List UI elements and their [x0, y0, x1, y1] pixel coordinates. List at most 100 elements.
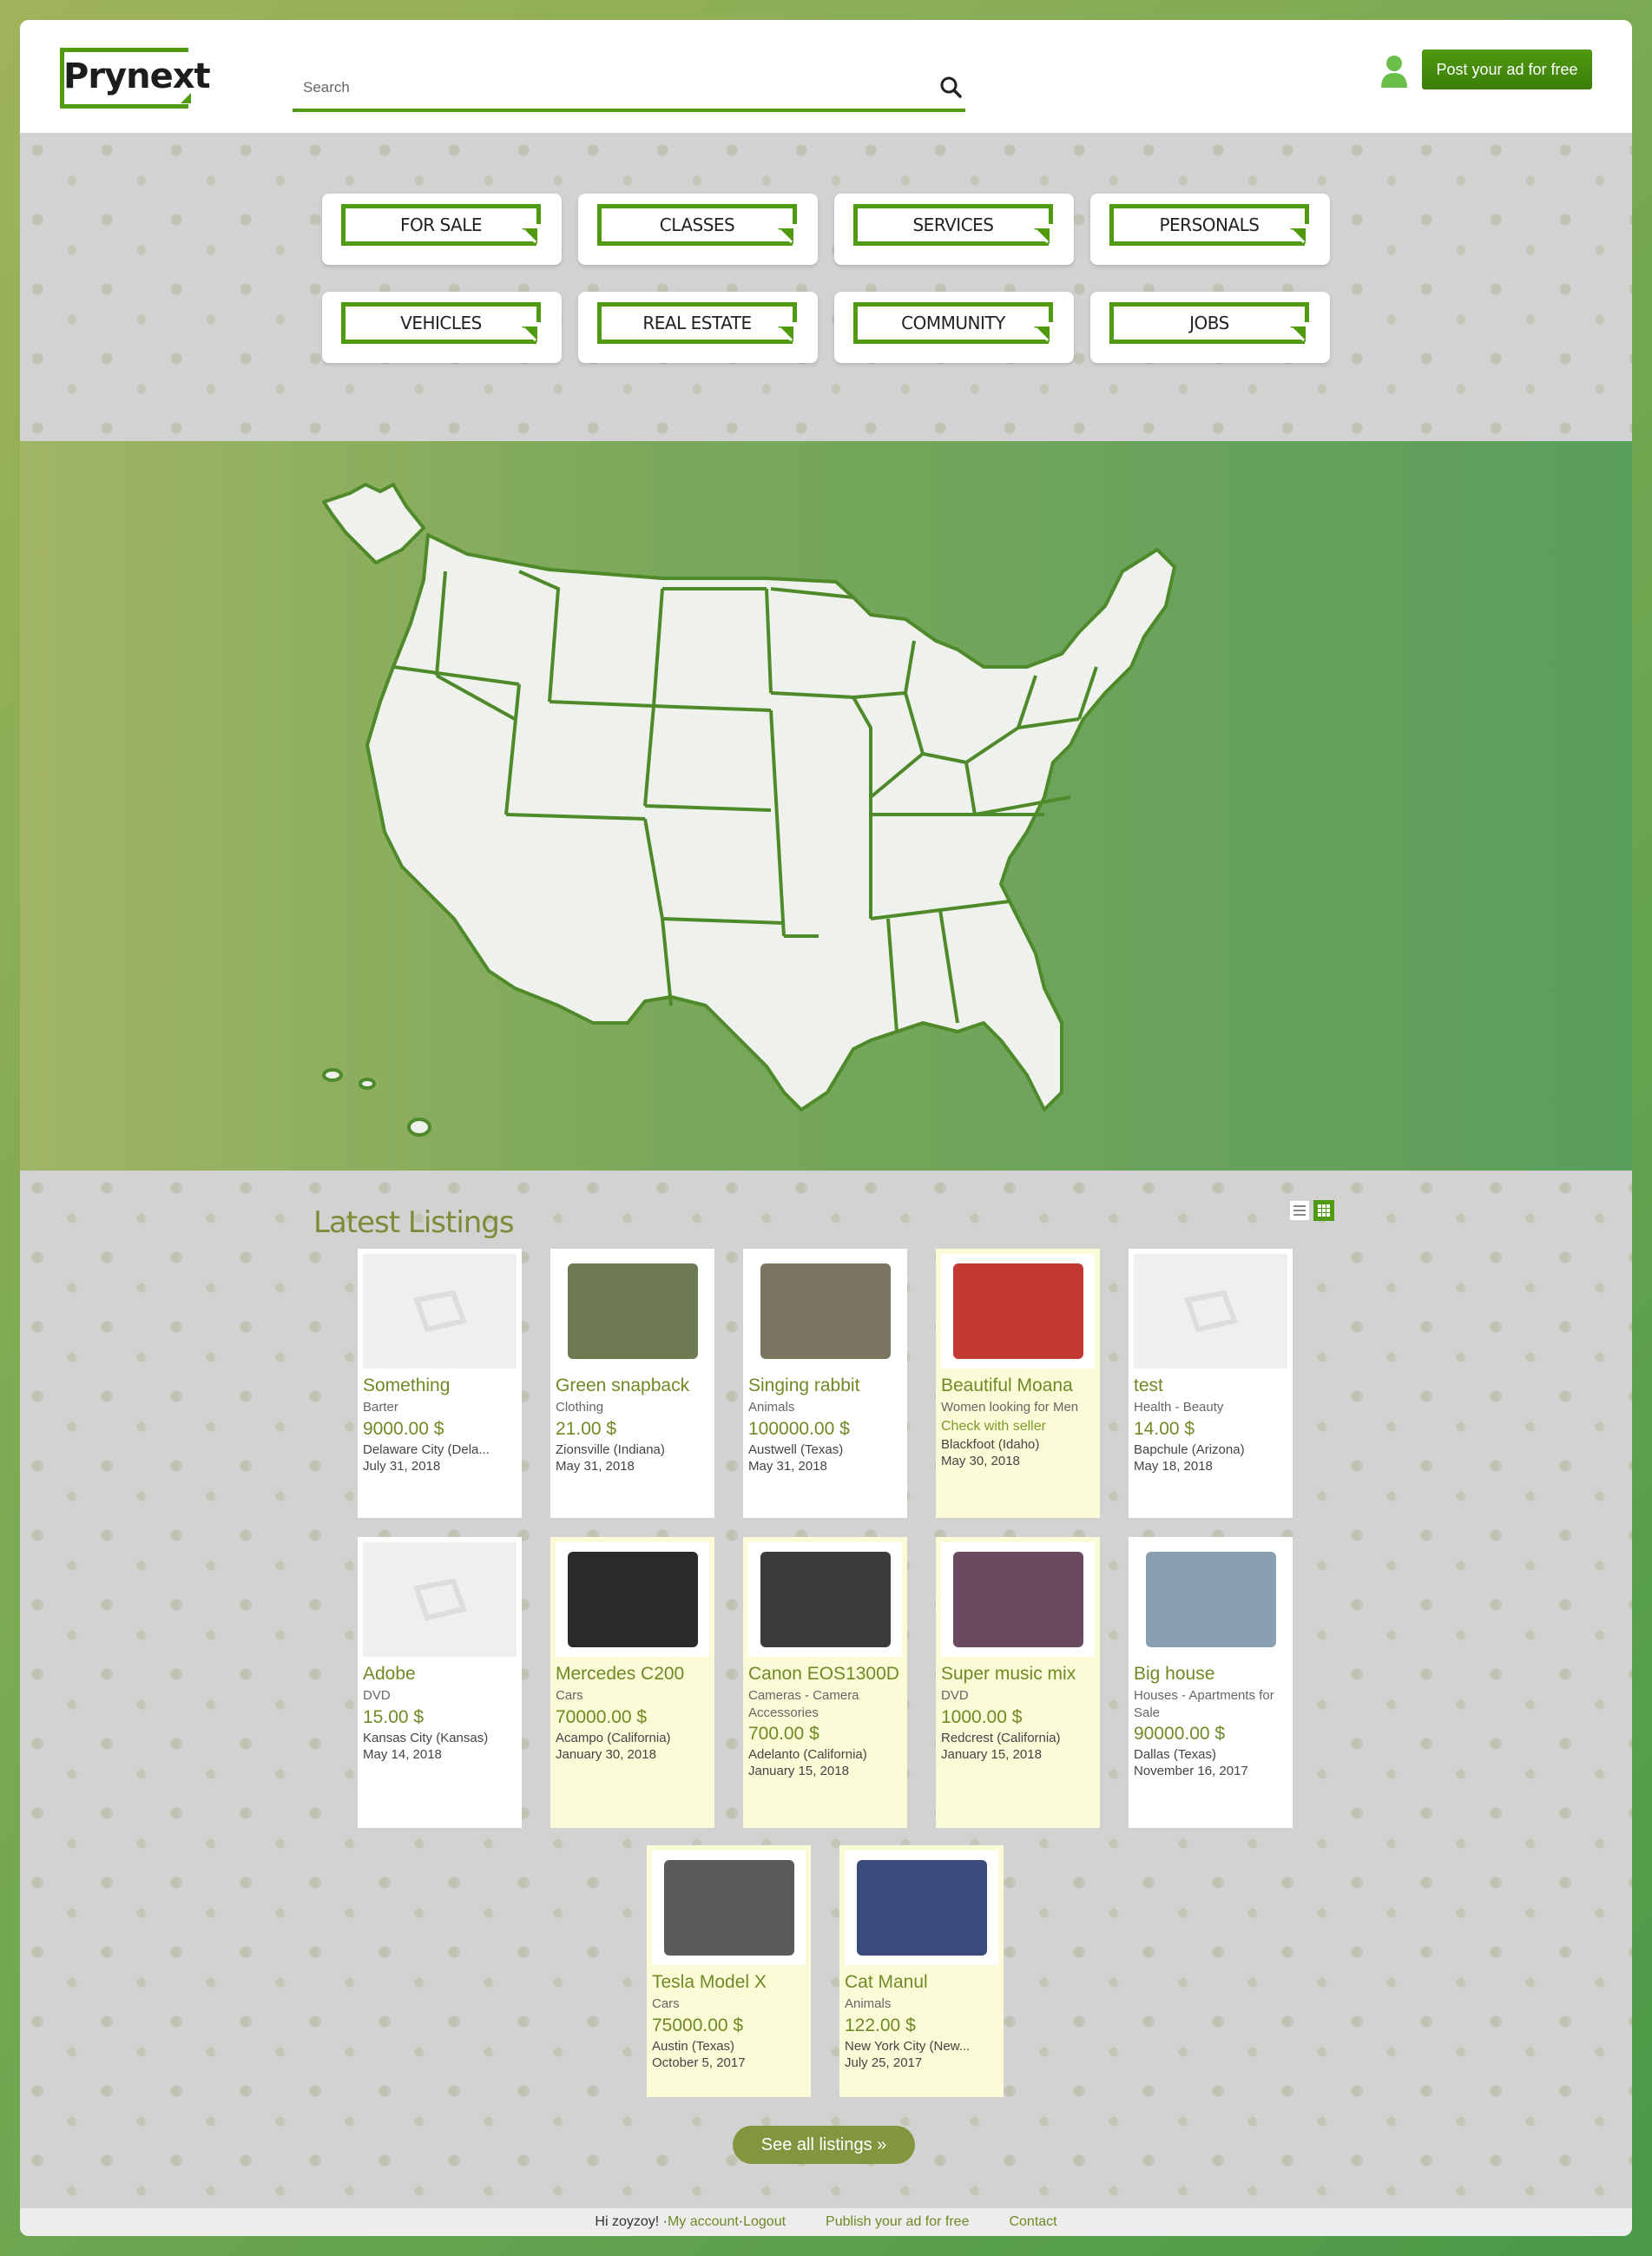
publish-ad-link[interactable]: Publish your ad for free — [826, 2214, 969, 2230]
category-button-vehicles[interactable]: VEHICLES — [322, 292, 562, 363]
category-button-classes[interactable]: CLASSES — [578, 194, 818, 265]
listing-image[interactable] — [556, 1542, 709, 1657]
listing-image[interactable] — [941, 1254, 1095, 1369]
listing-card[interactable]: Something Barter 9000.00 $ Delaware City (D… — [358, 1249, 522, 1518]
listing-title[interactable]: Beautiful Moana — [941, 1375, 1095, 1395]
category-button-jobs[interactable]: JOBS — [1090, 292, 1330, 363]
listing-title[interactable]: Tesla Model X — [652, 1972, 806, 1992]
listing-category: Women looking for Men — [941, 1400, 1079, 1415]
listing-image[interactable] — [845, 1850, 998, 1965]
listing-date: January 15, 2018 — [941, 1746, 1042, 1762]
search-icon[interactable] — [939, 76, 962, 98]
category-label: VEHICLES — [341, 302, 541, 345]
listing-price: 75000.00 $ — [652, 2015, 744, 2035]
listing-category: Health - Beauty — [1134, 1400, 1224, 1415]
listing-card[interactable]: Big house Houses - Apartments for Sale 900… — [1129, 1537, 1293, 1828]
listing-title[interactable]: Cat Manul — [845, 1972, 998, 1992]
my-account-link[interactable]: My account — [668, 2214, 739, 2230]
arrow-icon — [1034, 228, 1050, 244]
listing-image[interactable] — [363, 1542, 517, 1657]
listing-card[interactable]: Beautiful Moana Women looking for Men Chec… — [936, 1249, 1100, 1518]
listing-image[interactable] — [748, 1542, 902, 1657]
listing-price: 14.00 $ — [1134, 1418, 1195, 1439]
categories-section: FOR SALE CLASSES SERVICES PERSONALS VEHICLES… — [20, 133, 1632, 441]
listing-price: Check with seller — [941, 1418, 1046, 1434]
list-view-icon[interactable] — [1289, 1200, 1310, 1221]
us-map[interactable] — [298, 467, 1322, 1144]
listing-price: 100000.00 $ — [748, 1418, 850, 1439]
listing-image[interactable] — [1134, 1254, 1287, 1369]
listings-section: Latest Listings Something Barter 9000.00 $… — [20, 1171, 1632, 2208]
listing-image[interactable] — [652, 1850, 806, 1965]
placeholder-image-icon — [412, 1578, 467, 1621]
listing-card[interactable]: Singing rabbit Animals 100000.00 $ Austwell… — [743, 1249, 907, 1518]
user-icon[interactable] — [1380, 55, 1408, 88]
listing-card[interactable]: Adobe DVD 15.00 $ Kansas City (Kansas) May 1… — [358, 1537, 522, 1828]
listing-date: October 5, 2017 — [652, 2055, 746, 2070]
search-input[interactable] — [303, 76, 911, 100]
arrow-icon — [1290, 327, 1306, 342]
category-button-real-estate[interactable]: REAL ESTATE — [578, 292, 818, 363]
listing-category: Clothing — [556, 1400, 604, 1415]
listing-date: May 14, 2018 — [363, 1746, 442, 1762]
listing-date: July 31, 2018 — [363, 1458, 441, 1474]
listing-title[interactable]: Big house — [1134, 1664, 1287, 1684]
listing-category: Cameras - Camera Accessories — [748, 1688, 859, 1720]
listing-card[interactable]: Tesla Model X Cars 75000.00 $ Austin (Texas… — [647, 1845, 811, 2097]
grid-view-icon[interactable] — [1313, 1200, 1334, 1221]
listing-card[interactable]: Cat Manul Animals 122.00 $ New York City (N… — [839, 1845, 1004, 2097]
listing-image[interactable] — [1134, 1542, 1287, 1657]
listing-title[interactable]: test — [1134, 1375, 1287, 1395]
listing-date: January 30, 2018 — [556, 1746, 656, 1762]
listing-price: 1000.00 $ — [941, 1706, 1023, 1727]
listing-location: Bapchule (Arizona) — [1134, 1441, 1245, 1457]
logout-link[interactable]: Logout — [743, 2214, 786, 2230]
listing-image[interactable] — [556, 1254, 709, 1369]
map-section — [20, 441, 1632, 1171]
listing-location: Delaware City (Dela... — [363, 1441, 490, 1457]
listing-date: May 31, 2018 — [556, 1458, 635, 1474]
listing-title[interactable]: Adobe — [363, 1664, 517, 1684]
category-button-for-sale[interactable]: FOR SALE — [322, 194, 562, 265]
listing-location: Austin (Texas) — [652, 2038, 735, 2054]
post-ad-button[interactable]: Post your ad for free — [1422, 49, 1592, 89]
listing-date: May 18, 2018 — [1134, 1458, 1213, 1474]
listing-date: July 25, 2017 — [845, 2055, 923, 2070]
listing-price: 122.00 $ — [845, 2015, 916, 2035]
listing-location: Redcrest (California) — [941, 1730, 1061, 1745]
listing-image[interactable] — [748, 1254, 902, 1369]
listing-title[interactable]: Green snapback — [556, 1375, 709, 1395]
category-button-personals[interactable]: PERSONALS — [1090, 194, 1330, 265]
category-label: REAL ESTATE — [597, 302, 797, 345]
listing-image[interactable] — [941, 1542, 1095, 1657]
category-label: FOR SALE — [341, 204, 541, 247]
listing-image[interactable] — [363, 1254, 517, 1369]
listing-card[interactable]: Mercedes C200 Cars 70000.00 $ Acampo (Calif… — [550, 1537, 714, 1828]
listing-category: Cars — [556, 1688, 583, 1704]
see-all-listings-button[interactable]: See all listings » — [733, 2126, 915, 2164]
listing-title[interactable]: Canon EOS1300D — [748, 1664, 902, 1684]
listing-card[interactable]: test Health - Beauty 14.00 $ Bapchule (Ariz… — [1129, 1249, 1293, 1518]
arrow-icon — [778, 228, 793, 244]
listing-date: May 30, 2018 — [941, 1453, 1020, 1468]
listing-title[interactable]: Something — [363, 1375, 517, 1395]
contact-link[interactable]: Contact — [1009, 2214, 1056, 2230]
listing-title[interactable]: Super music mix — [941, 1664, 1095, 1684]
category-label: JOBS — [1109, 302, 1309, 345]
placeholder-image-icon — [1183, 1290, 1238, 1333]
category-button-community[interactable]: COMMUNITY — [834, 292, 1074, 363]
category-button-services[interactable]: SERVICES — [834, 194, 1074, 265]
arrow-icon — [1290, 228, 1306, 244]
search-bar — [293, 63, 965, 112]
logo-arrow-icon — [181, 93, 191, 103]
logo-text[interactable]: Prynext — [63, 56, 211, 96]
placeholder-image-icon — [412, 1290, 467, 1333]
listing-card[interactable]: Super music mix DVD 1000.00 $ Redcrest (Cal… — [936, 1537, 1100, 1828]
listing-title[interactable]: Mercedes C200 — [556, 1664, 709, 1684]
category-label: SERVICES — [853, 204, 1053, 247]
listing-location: Dallas (Texas) — [1134, 1747, 1217, 1763]
listing-card[interactable]: Green snapback Clothing 21.00 $ Zionsville … — [550, 1249, 714, 1518]
listing-card[interactable]: Canon EOS1300D Cameras - Camera Accessori… — [743, 1537, 907, 1828]
listing-title[interactable]: Singing rabbit — [748, 1375, 902, 1395]
listing-location: Kansas City (Kansas) — [363, 1730, 489, 1745]
